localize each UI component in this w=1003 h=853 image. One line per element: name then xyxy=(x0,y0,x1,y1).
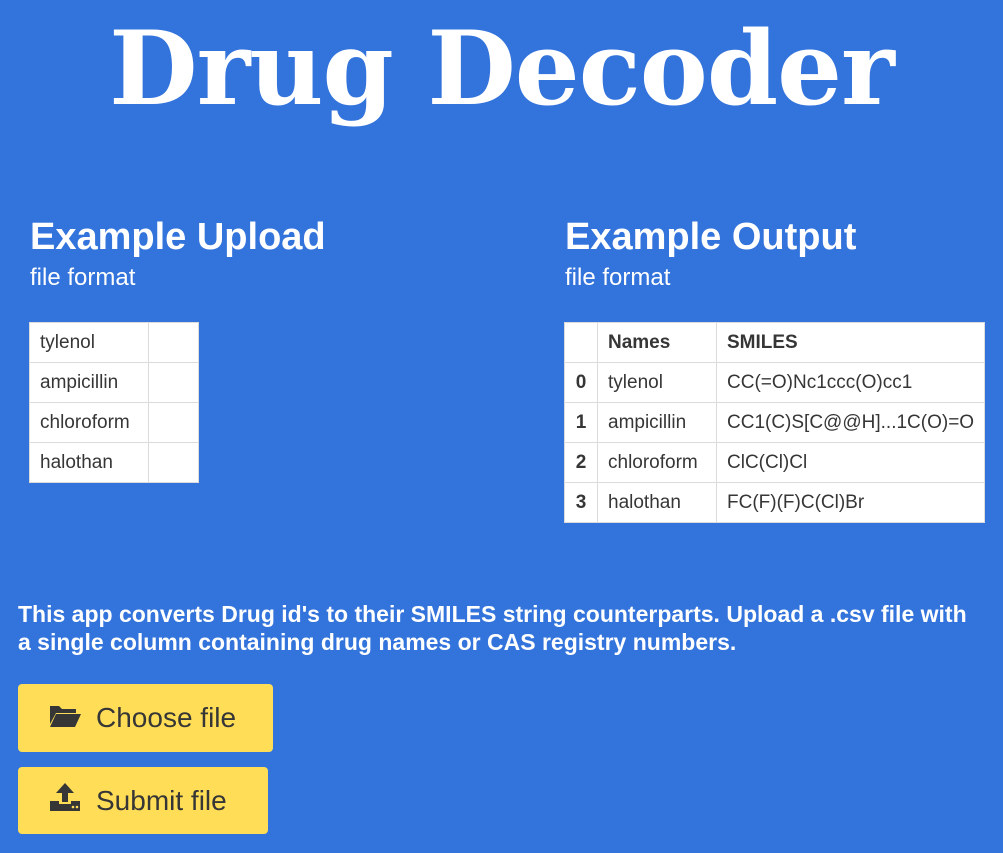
row-name: halothan xyxy=(597,482,717,523)
table-cell: tylenol xyxy=(29,322,149,363)
row-name: tylenol xyxy=(597,362,717,403)
upload-icon xyxy=(48,782,96,819)
column-header-names: Names xyxy=(597,322,717,363)
choose-file-label: Choose file xyxy=(96,702,237,733)
row-smiles: CC1(C)S[C@@H]...1C(O)=O xyxy=(715,402,986,443)
output-example-subheading: file format xyxy=(565,264,671,291)
app-title: Drug Decoder xyxy=(109,9,895,129)
output-example-heading: Example Output xyxy=(565,216,857,258)
column-header-index xyxy=(564,322,598,363)
upload-example-heading: Example Upload xyxy=(30,216,326,258)
choose-file-button[interactable]: Choose file xyxy=(18,684,273,752)
table-row: tylenol xyxy=(29,322,199,363)
row-index: 3 xyxy=(564,482,598,523)
table-cell: chloroform xyxy=(29,402,149,443)
folder-open-icon xyxy=(48,700,96,737)
row-index: 2 xyxy=(564,442,598,483)
table-row: ampicillin xyxy=(29,362,199,403)
table-row: chloroform xyxy=(29,402,199,443)
row-smiles: CC(=O)Nc1ccc(O)cc1 xyxy=(715,362,986,403)
table-cell: ampicillin xyxy=(29,362,149,403)
output-example-table: Names SMILES 0 tylenol CC(=O)Nc1ccc(O)cc… xyxy=(564,322,986,523)
row-name: chloroform xyxy=(597,442,717,483)
row-index: 1 xyxy=(564,402,598,443)
upload-example-subheading: file format xyxy=(30,264,136,291)
table-cell-empty xyxy=(148,362,199,403)
table-cell: halothan xyxy=(29,442,149,483)
row-smiles: ClC(Cl)Cl xyxy=(715,442,986,483)
column-header-smiles: SMILES xyxy=(715,322,986,363)
submit-file-button[interactable]: Submit file xyxy=(18,767,268,834)
submit-file-label: Submit file xyxy=(96,784,227,816)
table-cell-empty xyxy=(148,402,199,443)
row-smiles: FC(F)(F)C(Cl)Br xyxy=(715,482,986,523)
table-cell-empty xyxy=(148,442,199,483)
table-cell-empty xyxy=(148,322,199,363)
table-row: 3 halothan FC(F)(F)C(Cl)Br xyxy=(564,482,986,523)
table-row: 1 ampicillin CC1(C)S[C@@H]...1C(O)=O xyxy=(564,402,986,443)
row-index: 0 xyxy=(564,362,598,403)
table-row: 2 chloroform ClC(Cl)Cl xyxy=(564,442,986,483)
table-row: 0 tylenol CC(=O)Nc1ccc(O)cc1 xyxy=(564,362,986,403)
upload-example-table: tylenol ampicillin chloroform halothan xyxy=(29,322,199,483)
app-description: This app converts Drug id's to their SMI… xyxy=(18,601,967,655)
table-header-row: Names SMILES xyxy=(564,322,986,363)
row-name: ampicillin xyxy=(597,402,717,443)
table-row: halothan xyxy=(29,442,199,483)
